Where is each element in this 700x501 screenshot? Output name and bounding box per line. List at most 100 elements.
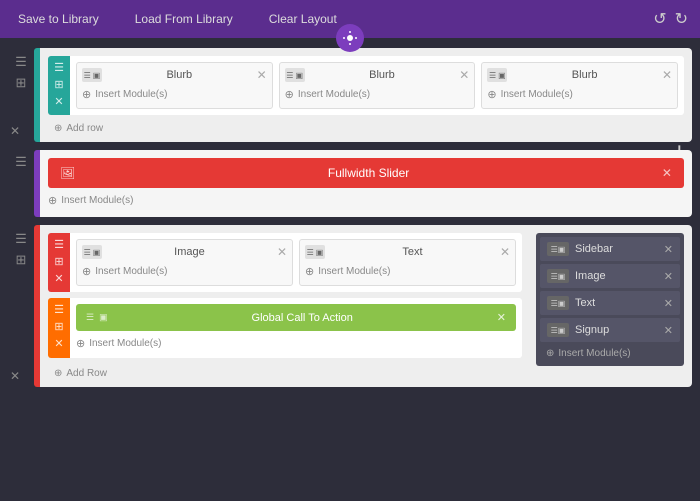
- insert-label-text: Insert Module(s): [318, 266, 390, 277]
- section-1-grid-icon[interactable]: [16, 75, 27, 91]
- module-blurb-2: ☰ ▣ Blurb ✕ ⊕ Insert Module(s): [279, 62, 476, 109]
- rp-signup-icon: ☰▣: [547, 323, 569, 337]
- rp-image-title: Image: [575, 270, 658, 282]
- fullwidth-slider-close[interactable]: ✕: [662, 166, 672, 180]
- row-1-modules: ☰ ▣ Blurb ✕ ⊕ Insert Module(s): [76, 62, 678, 109]
- rp-item-sidebar[interactable]: ☰▣ Sidebar ✕: [540, 237, 680, 261]
- module-blurb-1-close[interactable]: ✕: [257, 69, 267, 81]
- row-menu-icon[interactable]: ☰: [54, 61, 64, 74]
- toolbar-right-actions: ↺ ↻: [653, 9, 688, 29]
- add-row-label: Add row: [66, 123, 103, 134]
- section-2-menu-icon[interactable]: [15, 154, 27, 170]
- module-blurb-2-close[interactable]: ✕: [459, 69, 469, 81]
- add-row-plus-icon: ⊕: [54, 123, 62, 134]
- row-b-menu-icon[interactable]: ☰: [54, 303, 64, 316]
- text-module-icon: ☰ ▣: [305, 245, 325, 259]
- section-3-grid-icon[interactable]: [16, 252, 27, 268]
- insert-plus-icon-1: ⊕: [82, 88, 91, 101]
- settings-circle[interactable]: [336, 24, 364, 52]
- blurb-icon-2: ☰ ▣: [285, 68, 305, 82]
- main-area: ☰ ⊞ ✕ ☰ ▣ Blurb: [0, 38, 700, 397]
- image-module-icon: ☰ ▣: [82, 245, 102, 259]
- insert-module-cta[interactable]: ⊕ Insert Module(s): [76, 335, 516, 352]
- fullwidth-slider-module[interactable]: 🖼 Fullwidth Slider ✕: [48, 158, 684, 188]
- rp-image-icon: ☰▣: [547, 269, 569, 283]
- row-a-modules: ☰ ▣ Image ✕ ⊕ Insert Module(s): [76, 239, 516, 286]
- section-1-menu-icon[interactable]: [15, 54, 27, 70]
- toolbar: Save to Library Load From Library Clear …: [0, 0, 700, 38]
- rp-insert-module[interactable]: ⊕ Insert Module(s): [540, 345, 680, 362]
- blurb-icon-1: ☰ ▣: [82, 68, 102, 82]
- section-3-add-row[interactable]: ⊕ Add Row: [48, 366, 684, 381]
- insert-module-section2[interactable]: ⊕ Insert Module(s): [48, 192, 684, 209]
- insert-plus-image: ⊕: [82, 265, 91, 278]
- section-3-menu-icon[interactable]: [15, 231, 27, 247]
- cta-left: ☰ ▣: [86, 312, 108, 323]
- cta-close[interactable]: ✕: [497, 311, 506, 324]
- cta-grid-icon: ▣: [99, 312, 108, 323]
- module-blurb-1: ☰ ▣ Blurb ✕ ⊕ Insert Module(s): [76, 62, 273, 109]
- row-a-grid-icon[interactable]: ⊞: [54, 255, 63, 268]
- add-row-3-plus-icon: ⊕: [54, 368, 62, 379]
- row-a-menu-icon[interactable]: ☰: [54, 238, 64, 251]
- rp-signup-close[interactable]: ✕: [664, 324, 673, 337]
- right-panel: ☰▣ Sidebar ✕ ☰▣ Image ✕: [536, 233, 684, 366]
- rp-insert-label: Insert Module(s): [558, 348, 630, 359]
- row-1-content: ☰ ▣ Blurb ✕ ⊕ Insert Module(s): [70, 56, 684, 115]
- module-cta[interactable]: ☰ ▣ Global Call To Action ✕: [76, 304, 516, 331]
- row-b-handle: ☰ ⊞ ✕: [48, 298, 70, 358]
- insert-label-2: Insert Module(s): [298, 89, 370, 100]
- row-b-x-icon[interactable]: ✕: [54, 337, 63, 350]
- section-1-content: ☰ ⊞ ✕ ☰ ▣ Blurb: [40, 48, 692, 142]
- rp-text-close[interactable]: ✕: [664, 297, 673, 310]
- module-blurb-3-close[interactable]: ✕: [662, 69, 672, 81]
- load-from-library-button[interactable]: Load From Library: [129, 8, 239, 30]
- insert-plus-icon-3: ⊕: [487, 88, 496, 101]
- section-2-handle: [8, 150, 34, 217]
- insert-module-blurb-1[interactable]: ⊕ Insert Module(s): [82, 86, 267, 103]
- row-x-icon[interactable]: ✕: [54, 95, 63, 108]
- row-b-grid-icon[interactable]: ⊞: [54, 320, 63, 333]
- section-1-add-row[interactable]: ⊕ Add row: [48, 121, 684, 136]
- section-3-row-b: ☰ ⊞ ✕ ☰ ▣ Global Call To Actio: [48, 298, 522, 358]
- section-3-handle: [8, 225, 34, 387]
- module-blurb-3-title: Blurb: [511, 69, 658, 81]
- module-blurb-1-title: Blurb: [106, 69, 253, 81]
- rp-item-text[interactable]: ☰▣ Text ✕: [540, 291, 680, 315]
- section-3-rows: ☰ ⊞ ✕ ☰ ▣: [48, 233, 522, 366]
- cta-title: Global Call To Action: [252, 312, 353, 324]
- insert-module-blurb-3[interactable]: ⊕ Insert Module(s): [487, 86, 672, 103]
- section-1-row-1: ☰ ⊞ ✕ ☰ ▣ Blurb: [48, 56, 684, 115]
- insert-plus-icon-2: ⊕: [285, 88, 294, 101]
- module-image-title: Image: [106, 246, 273, 258]
- module-blurb-2-header: ☰ ▣ Blurb ✕: [285, 68, 470, 82]
- module-blurb-2-title: Blurb: [309, 69, 456, 81]
- section-3-row-a: ☰ ⊞ ✕ ☰ ▣: [48, 233, 522, 292]
- cta-menu-icon: ☰: [86, 312, 94, 323]
- insert-module-text[interactable]: ⊕ Insert Module(s): [305, 263, 510, 280]
- rp-item-image[interactable]: ☰▣ Image ✕: [540, 264, 680, 288]
- rp-signup-title: Signup: [575, 324, 658, 336]
- rp-image-close[interactable]: ✕: [664, 270, 673, 283]
- save-to-library-button[interactable]: Save to Library: [12, 8, 105, 30]
- section-3-close[interactable]: ✕: [10, 369, 20, 383]
- row-grid-icon[interactable]: ⊞: [54, 78, 63, 91]
- section-1-close[interactable]: ✕: [10, 124, 20, 138]
- section-2-content: 🖼 Fullwidth Slider ✕ ⊕ Insert Module(s): [40, 150, 692, 217]
- module-text-close[interactable]: ✕: [500, 246, 510, 258]
- insert-module-blurb-2[interactable]: ⊕ Insert Module(s): [285, 86, 470, 103]
- clear-layout-button[interactable]: Clear Layout: [263, 8, 343, 30]
- rp-text-icon: ☰▣: [547, 296, 569, 310]
- redo-button[interactable]: ↻: [675, 9, 688, 29]
- undo-button[interactable]: ↺: [653, 9, 666, 29]
- insert-module-image[interactable]: ⊕ Insert Module(s): [82, 263, 287, 280]
- add-row-3-label: Add Row: [66, 368, 107, 379]
- blurb-icon-3: ☰ ▣: [487, 68, 507, 82]
- rp-item-signup[interactable]: ☰▣ Signup ✕: [540, 318, 680, 342]
- module-image-close[interactable]: ✕: [277, 246, 287, 258]
- insert-label-cta: Insert Module(s): [89, 338, 161, 349]
- rp-sidebar-close[interactable]: ✕: [664, 243, 673, 256]
- row-a-x-icon[interactable]: ✕: [54, 272, 63, 285]
- section-3-inner: ☰ ⊞ ✕ ☰ ▣: [48, 233, 684, 366]
- insert-plus-icon-s2: ⊕: [48, 194, 57, 207]
